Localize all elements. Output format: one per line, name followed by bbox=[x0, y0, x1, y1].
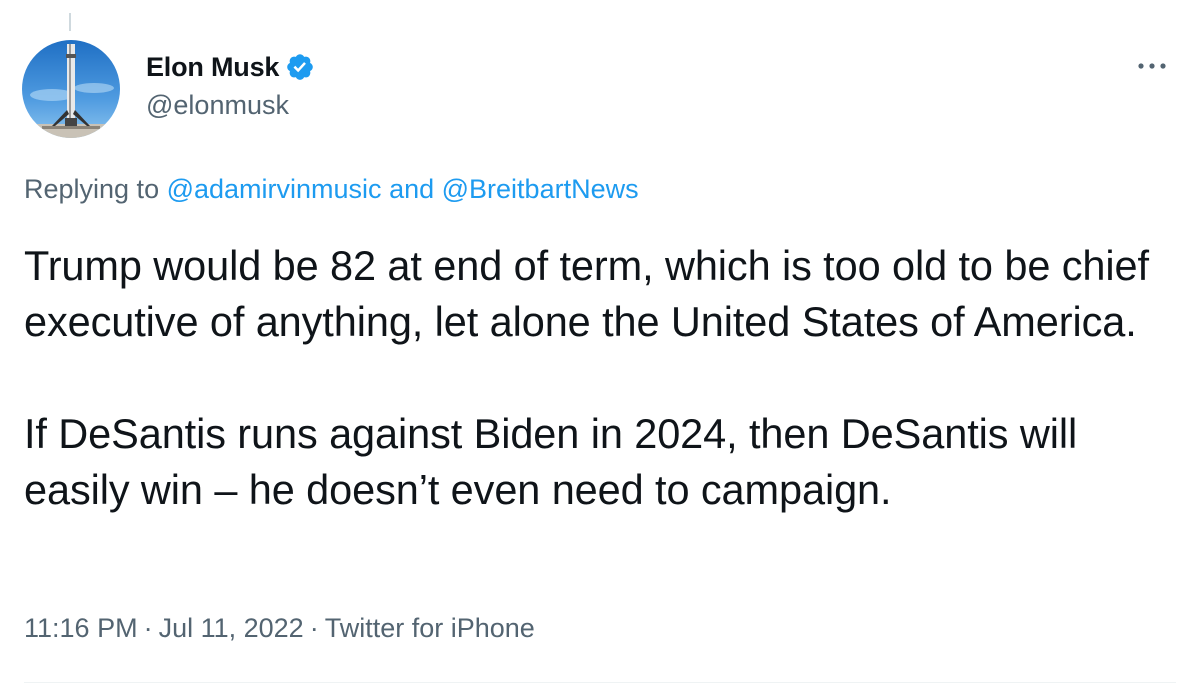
meta-separator: · bbox=[309, 613, 319, 643]
tweet-time[interactable]: 11:16 PM bbox=[24, 613, 138, 643]
replying-to-line: Replying to @adamirvinmusic and @Breitba… bbox=[24, 174, 639, 205]
name-row: Elon Musk bbox=[146, 50, 315, 84]
tweet-metadata: 11:16 PM · Jul 11, 2022 · Twitter for iPhone bbox=[24, 613, 535, 644]
tweet-paragraph: Trump would be 82 at end of term, which … bbox=[24, 242, 1149, 345]
verified-badge-icon bbox=[285, 52, 315, 82]
replying-to-prefix: Replying to bbox=[24, 174, 167, 204]
avatar[interactable] bbox=[22, 40, 120, 138]
mention-link-adamirvinmusic[interactable]: @adamirvinmusic bbox=[167, 174, 382, 204]
author-handle[interactable]: @elonmusk bbox=[146, 90, 315, 121]
meta-separator: · bbox=[143, 613, 153, 643]
tweet-source[interactable]: Twitter for iPhone bbox=[325, 613, 535, 643]
rocket-booster-photo bbox=[22, 40, 120, 138]
author-display-name[interactable]: Elon Musk bbox=[146, 52, 279, 83]
more-horizontal-icon bbox=[1138, 63, 1166, 69]
tweet-date[interactable]: Jul 11, 2022 bbox=[159, 613, 304, 643]
mention-joiner[interactable]: and bbox=[382, 174, 442, 204]
more-options-button[interactable] bbox=[1134, 54, 1170, 78]
tweet-text: Trump would be 82 at end of term, which … bbox=[24, 238, 1174, 518]
divider bbox=[24, 682, 1176, 683]
mention-link-breitbartnews[interactable]: @BreitbartNews bbox=[442, 174, 639, 204]
tweet-paragraph: If DeSantis runs against Biden in 2024, … bbox=[24, 410, 1078, 513]
author-block: Elon Musk @elonmusk bbox=[146, 50, 315, 121]
thread-connector-line bbox=[69, 13, 71, 31]
